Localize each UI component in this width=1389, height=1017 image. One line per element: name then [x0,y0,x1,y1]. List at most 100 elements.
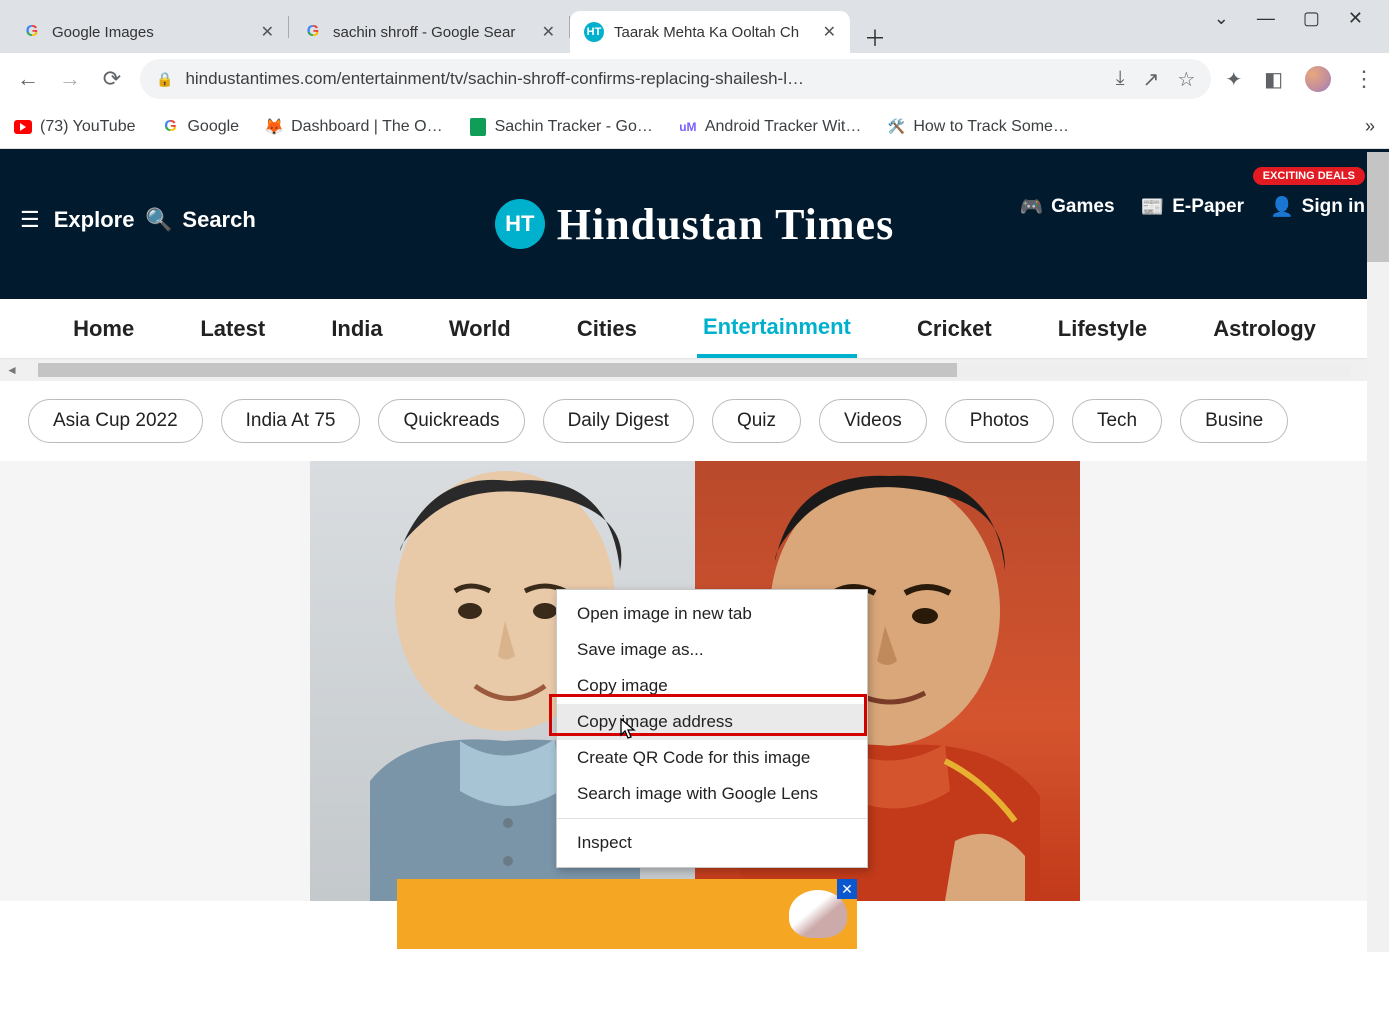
signin-label: Sign in [1302,196,1365,218]
scroll-thumb[interactable] [38,363,957,377]
sheets-icon [470,118,486,136]
youtube-icon [14,120,32,134]
deals-badge[interactable]: EXCITING DEALS [1253,167,1365,185]
games-link[interactable]: 🎮 Games [1019,195,1114,219]
search-icon: 🔍 [145,207,172,233]
tab-title: sachin shroff - Google Sear [333,24,532,41]
um-icon: uM [679,118,697,136]
google-favicon: G [22,22,42,42]
context-menu: Open image in new tab Save image as... C… [556,589,868,868]
bookmark-google[interactable]: G Google [161,118,239,136]
nav-cricket[interactable]: Cricket [911,302,998,356]
explore-button[interactable]: ☰ Explore [20,207,134,233]
site-logo[interactable]: HT Hindustan Times [495,199,894,250]
nav-india[interactable]: India [325,302,388,356]
user-icon: 👤 [1270,195,1294,219]
gamepad-icon: 🎮 [1019,195,1043,219]
sidepanel-icon[interactable]: ◧ [1264,67,1283,92]
tab-hindustantimes[interactable]: HT Taarak Mehta Ka Ooltah Ch ✕ [570,11,850,53]
maximize-icon[interactable]: ▢ [1303,8,1320,29]
ht-favicon: HT [584,22,604,42]
chevron-down-icon[interactable]: ⌄ [1214,8,1229,29]
scroll-track[interactable] [38,363,1351,377]
newspaper-icon: 📰 [1141,195,1165,219]
nav-cities[interactable]: Cities [571,302,643,356]
nav-entertainment[interactable]: Entertainment [697,300,857,358]
forward-button[interactable]: → [56,66,84,92]
install-icon[interactable]: ⤓ [1116,67,1125,92]
share-icon[interactable]: ↗ [1143,67,1160,92]
bookmark-label: How to Track Some… [913,118,1069,136]
signin-link[interactable]: 👤 Sign in [1270,195,1365,219]
bookmark-label: Dashboard | The O… [291,118,443,136]
browser-tab-strip: G Google Images ✕ G sachin shroff - Goog… [0,0,1389,53]
kebab-menu-icon[interactable]: ⋮ [1353,66,1375,92]
site-search-button[interactable]: 🔍 Search [145,207,256,233]
cursor-icon [620,718,638,745]
chip-daily-digest[interactable]: Daily Digest [543,399,694,443]
ctx-open-new-tab[interactable]: Open image in new tab [557,596,867,632]
bookmarks-overflow-icon[interactable]: » [1365,116,1375,137]
lock-icon[interactable]: 🔒 [156,71,173,88]
tabs-container: G Google Images ✕ G sachin shroff - Goog… [8,0,1174,53]
nav-lifestyle[interactable]: Lifestyle [1052,302,1153,356]
chip-videos[interactable]: Videos [819,399,927,443]
profile-avatar[interactable] [1305,66,1331,92]
ad-banner[interactable]: ✕ [397,879,857,949]
reload-button[interactable]: ⟳ [98,66,126,92]
vertical-scrollbar[interactable] [1367,152,1389,952]
nav-latest[interactable]: Latest [194,302,271,356]
games-label: Games [1051,196,1114,218]
bookmark-how-to-track[interactable]: 🛠️ How to Track Some… [887,118,1069,136]
address-bar[interactable]: 🔒 hindustantimes.com/entertainment/tv/sa… [140,59,1211,99]
minimize-icon[interactable]: ― [1257,8,1275,29]
extensions-icon[interactable]: ✦ [1225,67,1242,92]
bookmark-label: Sachin Tracker - Go… [495,118,653,136]
ad-close-icon[interactable]: ✕ [837,879,857,899]
star-icon[interactable]: ☆ [1177,67,1195,92]
chip-quiz[interactable]: Quiz [712,399,801,443]
chip-tech[interactable]: Tech [1072,399,1162,443]
bookmark-sachin-tracker[interactable]: Sachin Tracker - Go… [469,118,653,136]
new-tab-button[interactable]: ＋ [864,21,886,53]
ctx-search-google-lens[interactable]: Search image with Google Lens [557,776,867,812]
scroll-left-icon[interactable]: ◄ [0,363,24,377]
close-window-icon[interactable]: ✕ [1348,8,1363,29]
back-button[interactable]: ← [14,66,42,92]
bookmark-dashboard[interactable]: 🦊 Dashboard | The O… [265,118,443,136]
tab-title: Google Images [52,24,251,41]
ctx-copy-image[interactable]: Copy image [557,668,867,704]
ctx-create-qr[interactable]: Create QR Code for this image [557,740,867,776]
ctx-save-image-as[interactable]: Save image as... [557,632,867,668]
ctx-inspect[interactable]: Inspect [557,825,867,861]
nav-world[interactable]: World [443,302,517,356]
bookmark-youtube[interactable]: (73) YouTube [14,118,135,136]
header-links: 🎮 Games 📰E-Paper 👤 Sign in [1019,195,1365,219]
google-favicon: G [303,22,323,42]
tab-google-images[interactable]: G Google Images ✕ [8,11,288,53]
chip-asia-cup[interactable]: Asia Cup 2022 [28,399,203,443]
chip-quickreads[interactable]: Quickreads [378,399,524,443]
close-icon[interactable]: ✕ [261,22,274,42]
close-icon[interactable]: ✕ [542,22,555,42]
close-icon[interactable]: ✕ [823,22,836,42]
tab-google-search[interactable]: G sachin shroff - Google Sear ✕ [289,11,569,53]
toolbar-right-icons: ✦ ◧ ⋮ [1225,66,1375,92]
chip-photos[interactable]: Photos [945,399,1054,443]
nav-home[interactable]: Home [67,302,140,356]
vertical-scroll-thumb[interactable] [1367,152,1389,262]
topic-chips: Asia Cup 2022 India At 75 Quickreads Dai… [0,381,1389,461]
chip-business[interactable]: Busine [1180,399,1288,443]
ctx-separator [557,818,867,819]
horizontal-scrollbar[interactable]: ◄ ► [0,359,1389,381]
site-header: ☰ Explore 🔍 Search HT Hindustan Times EX… [0,149,1389,299]
ctx-copy-image-address[interactable]: Copy image address [557,704,867,740]
ht-logo-circle: HT [495,199,545,249]
nav-astrology[interactable]: Astrology [1207,302,1322,356]
bookmark-android-tracker[interactable]: uM Android Tracker Wit… [679,118,861,136]
epaper-link[interactable]: 📰E-Paper [1141,195,1244,219]
bookmark-label: Google [187,118,239,136]
chip-india-at-75[interactable]: India At 75 [221,399,361,443]
omnibox-actions: ⤓ ↗ ☆ [1116,67,1196,92]
google-icon: G [161,118,179,136]
